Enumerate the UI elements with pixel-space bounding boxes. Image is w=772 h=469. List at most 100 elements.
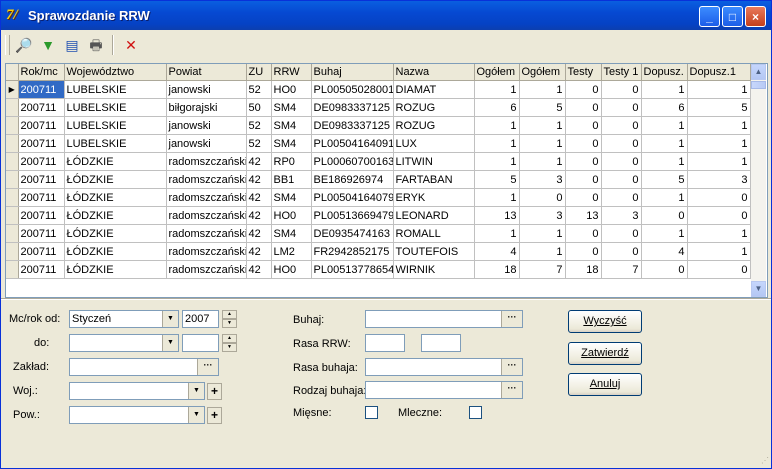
table-cell[interactable]: 0 bbox=[601, 116, 642, 135]
table-cell[interactable]: 0 bbox=[565, 242, 602, 261]
table-cell[interactable]: PL00060700163 bbox=[311, 152, 394, 171]
table-cell[interactable]: janowski bbox=[166, 134, 247, 153]
table-cell[interactable]: 42 bbox=[246, 170, 272, 189]
table-cell[interactable]: 42 bbox=[246, 152, 272, 171]
table-cell[interactable]: 1 bbox=[687, 116, 751, 135]
table-cell[interactable]: 42 bbox=[246, 260, 272, 279]
table-cell[interactable]: 1 bbox=[474, 224, 520, 243]
table-cell[interactable]: 1 bbox=[641, 188, 688, 207]
table-cell[interactable]: BE186926974 bbox=[311, 170, 394, 189]
table-cell[interactable]: 0 bbox=[519, 188, 566, 207]
table-cell[interactable]: DIAMAT bbox=[393, 80, 475, 99]
column-header-ogolem-2[interactable]: Ogółem bbox=[519, 64, 566, 81]
table-cell[interactable]: 5 bbox=[687, 98, 751, 117]
table-cell[interactable]: 0 bbox=[565, 134, 602, 153]
table-row[interactable]: 200711 ŁÓDZKIE radomszczański 42 RP0 PL000607… bbox=[6, 152, 751, 171]
table-cell[interactable]: DE0983337125 bbox=[311, 116, 394, 135]
table-cell[interactable]: janowski bbox=[166, 116, 247, 135]
miesne-checkbox[interactable] bbox=[365, 406, 378, 419]
spin-up-icon[interactable]: ▲ bbox=[222, 334, 237, 343]
column-header-nazwa[interactable]: Nazwa bbox=[393, 64, 475, 81]
table-cell[interactable]: radomszczański bbox=[166, 224, 247, 243]
row-indicator[interactable] bbox=[6, 260, 19, 279]
table-cell[interactable]: 200711 bbox=[18, 134, 65, 153]
table-cell[interactable]: LM2 bbox=[271, 242, 312, 261]
mleczne-checkbox[interactable] bbox=[469, 406, 482, 419]
table-cell[interactable]: 1 bbox=[474, 80, 520, 99]
row-indicator[interactable] bbox=[6, 242, 19, 261]
table-cell[interactable]: biłgorajski bbox=[166, 98, 247, 117]
column-header-wojewodztwo[interactable]: Województwo bbox=[64, 64, 167, 81]
table-cell[interactable]: RP0 bbox=[271, 152, 312, 171]
table-cell[interactable]: 200711 bbox=[18, 224, 65, 243]
table-cell[interactable]: LUBELSKIE bbox=[64, 80, 167, 99]
table-cell[interactable]: WIRNIK bbox=[393, 260, 475, 279]
scroll-thumb[interactable] bbox=[751, 81, 766, 89]
rodzaj-buhaja-browse-button[interactable]: ··· bbox=[501, 382, 522, 398]
table-cell[interactable]: 200711 bbox=[18, 98, 65, 117]
table-cell[interactable]: 1 bbox=[519, 242, 566, 261]
confirm-button[interactable]: Zatwierdź bbox=[568, 342, 642, 365]
resize-grip-icon[interactable]: ⋰ bbox=[758, 455, 769, 466]
table-cell[interactable]: ROMALL bbox=[393, 224, 475, 243]
table-cell[interactable]: LUX bbox=[393, 134, 475, 153]
table-cell[interactable]: 1 bbox=[687, 152, 751, 171]
table-cell[interactable]: radomszczański bbox=[166, 260, 247, 279]
table-cell[interactable]: 1 bbox=[641, 80, 688, 99]
table-cell[interactable]: DE0935474163 bbox=[311, 224, 394, 243]
cancel-button[interactable]: Anuluj bbox=[568, 373, 642, 396]
table-cell[interactable]: 0 bbox=[687, 260, 751, 279]
table-cell[interactable]: 0 bbox=[565, 98, 602, 117]
table-cell[interactable]: 0 bbox=[641, 260, 688, 279]
rasa-rrw-input-2[interactable] bbox=[421, 334, 461, 352]
column-header-dopusz[interactable]: Dopusz. bbox=[641, 64, 688, 81]
table-cell[interactable]: 1 bbox=[474, 134, 520, 153]
close-view-icon[interactable]: ✕ bbox=[121, 35, 141, 55]
table-cell[interactable]: radomszczański bbox=[166, 152, 247, 171]
table-cell[interactable]: 42 bbox=[246, 242, 272, 261]
table-cell[interactable]: 42 bbox=[246, 224, 272, 243]
table-cell[interactable]: ŁÓDZKIE bbox=[64, 170, 167, 189]
table-cell[interactable]: 200711 bbox=[18, 170, 65, 189]
table-row[interactable]: 200711 ŁÓDZKIE radomszczański 42 HO0 PL005137… bbox=[6, 260, 751, 279]
table-cell[interactable]: LUBELSKIE bbox=[64, 116, 167, 135]
column-header-testy[interactable]: Testy bbox=[565, 64, 602, 81]
row-indicator[interactable] bbox=[6, 170, 19, 189]
table-cell[interactable]: 1 bbox=[474, 188, 520, 207]
table-cell[interactable]: 1 bbox=[519, 116, 566, 135]
table-row[interactable]: 200711 ŁÓDZKIE radomszczański 42 SM4 DE093547… bbox=[6, 224, 751, 243]
table-cell[interactable]: 1 bbox=[519, 80, 566, 99]
table-cell[interactable]: 7 bbox=[601, 260, 642, 279]
table-cell[interactable]: 0 bbox=[565, 152, 602, 171]
table-cell[interactable]: 1 bbox=[519, 224, 566, 243]
table-row[interactable]: 200711 ŁÓDZKIE radomszczański 42 HO0 PL005136… bbox=[6, 206, 751, 225]
table-cell[interactable]: LITWIN bbox=[393, 152, 475, 171]
table-cell[interactable]: PL00504164091 bbox=[311, 134, 394, 153]
table-row[interactable]: 200711 ŁÓDZKIE radomszczański 42 LM2 FR294285… bbox=[6, 242, 751, 261]
column-header-ogolem[interactable]: Ogółem bbox=[474, 64, 520, 81]
table-cell[interactable]: ŁÓDZKIE bbox=[64, 152, 167, 171]
spin-down-icon[interactable]: ▼ bbox=[222, 319, 237, 328]
table-cell[interactable]: FARTABAN bbox=[393, 170, 475, 189]
table-cell[interactable]: 200711 bbox=[18, 242, 65, 261]
scroll-down-icon[interactable]: ▼ bbox=[751, 281, 766, 297]
table-cell[interactable]: 0 bbox=[565, 116, 602, 135]
year-from-input[interactable]: 2007 bbox=[182, 310, 219, 328]
table-cell[interactable]: 0 bbox=[687, 188, 751, 207]
table-cell[interactable]: 1 bbox=[687, 80, 751, 99]
table-cell[interactable]: 0 bbox=[565, 170, 602, 189]
table-cell[interactable]: 1 bbox=[641, 134, 688, 153]
buhaj-field[interactable]: ··· bbox=[365, 310, 523, 328]
column-header-testy-1[interactable]: Testy 1 bbox=[601, 64, 642, 81]
table-cell[interactable]: 3 bbox=[519, 170, 566, 189]
current-row-indicator-icon[interactable]: ▶ bbox=[6, 80, 19, 99]
table-cell[interactable]: SM4 bbox=[271, 116, 312, 135]
table-cell[interactable]: ERYK bbox=[393, 188, 475, 207]
column-header-rok-mc[interactable]: Rok/mc bbox=[18, 64, 65, 81]
table-cell[interactable]: 1 bbox=[641, 224, 688, 243]
table-cell[interactable]: 200711 bbox=[18, 188, 65, 207]
table-cell[interactable]: 1 bbox=[519, 152, 566, 171]
table-cell[interactable]: TOUTEFOIS bbox=[393, 242, 475, 261]
chevron-down-icon[interactable]: ▼ bbox=[162, 335, 178, 351]
table-cell[interactable]: 1 bbox=[519, 134, 566, 153]
